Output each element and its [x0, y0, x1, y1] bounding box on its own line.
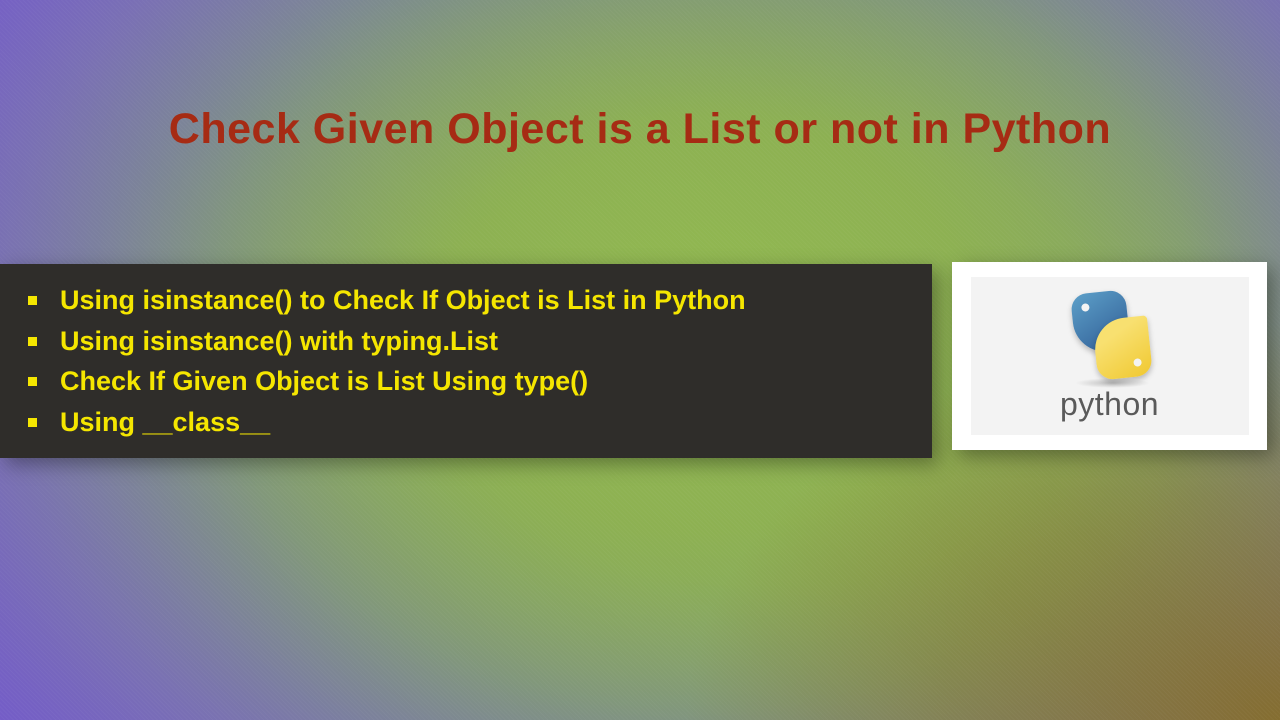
bullet-item: Check If Given Object is List Using type… — [20, 361, 912, 402]
python-logo-inner: python — [971, 277, 1249, 435]
bullet-item: Using isinstance() with typing.List — [20, 321, 912, 362]
bullet-item: Using isinstance() to Check If Object is… — [20, 280, 912, 321]
bullet-content-box: Using isinstance() to Check If Object is… — [0, 264, 932, 458]
slide-title: Check Given Object is a List or not in P… — [0, 105, 1280, 154]
python-logo-text: python — [1060, 386, 1159, 423]
python-logo-icon — [1055, 290, 1165, 380]
python-logo-card: python — [952, 262, 1267, 450]
bullet-item: Using __class__ — [20, 402, 912, 443]
bullet-list: Using isinstance() to Check If Object is… — [20, 280, 912, 442]
